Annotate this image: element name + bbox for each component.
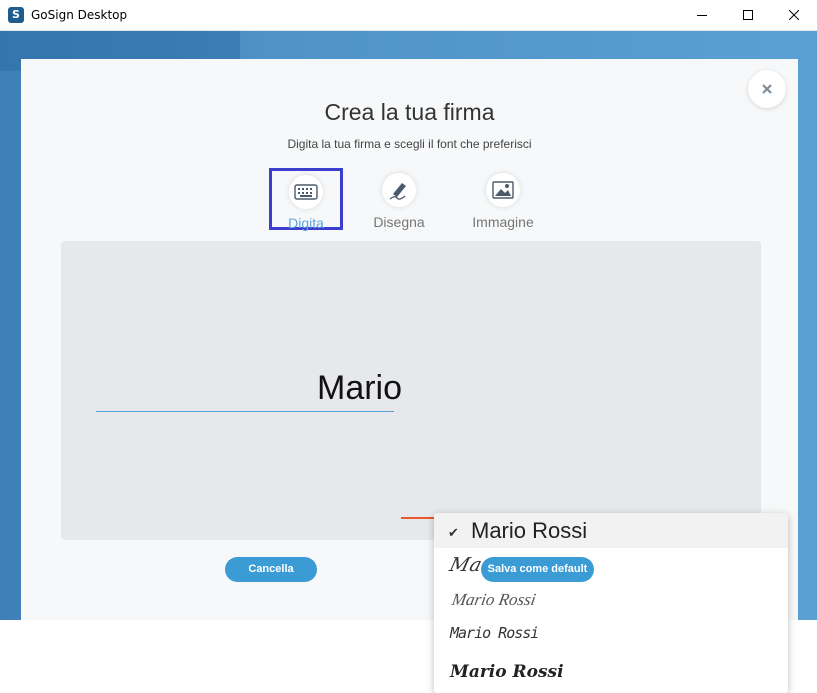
close-icon	[762, 84, 772, 94]
window-close-button[interactable]	[771, 0, 817, 30]
keyboard-icon	[289, 175, 323, 209]
image-icon	[486, 173, 520, 207]
title-bar: S GoSign Desktop	[0, 0, 817, 31]
font-option-label: Mario Rossi	[450, 624, 539, 642]
cancel-button[interactable]: Cancella	[225, 557, 317, 582]
signature-baseline	[96, 411, 394, 412]
app-logo-icon: S	[8, 7, 24, 23]
font-option-label: Mario Rossi	[450, 590, 538, 609]
font-option[interactable]: Mario Rossi	[434, 650, 788, 693]
window-title: GoSign Desktop	[31, 8, 128, 22]
tab-digita[interactable]: Digita	[269, 168, 343, 231]
font-option-label: Mario Rossi	[471, 518, 588, 543]
signature-area[interactable]: Mario ✔ Mario Rossi Mario Rossi Mario Ro…	[61, 241, 788, 693]
dialog-subtitle: Digita la tua firma e scegli il font che…	[287, 137, 532, 151]
create-signature-dialog: Crea la tua firma Digita la tua firma e …	[21, 59, 798, 693]
maximize-button[interactable]	[725, 0, 771, 30]
tab-disegna[interactable]: Disegna	[361, 167, 437, 235]
maximize-icon	[743, 10, 753, 20]
tab-immagine[interactable]: Immagine	[461, 167, 545, 235]
font-dropdown[interactable]: ✔ Mario Rossi Mario Rossi Mario Rossi Ma…	[434, 513, 788, 693]
minimize-button[interactable]	[679, 0, 725, 30]
save-default-button[interactable]: Salva come default	[481, 557, 594, 582]
font-option[interactable]: Mario Rossi	[434, 616, 788, 650]
close-icon	[789, 10, 799, 20]
font-option[interactable]: Mario Rossi	[434, 582, 788, 616]
tab-label: Immagine	[472, 214, 534, 230]
minimize-icon	[697, 15, 707, 16]
tab-label: Digita	[288, 215, 324, 231]
signature-text: Mario	[317, 369, 403, 407]
check-icon: ✔	[448, 525, 459, 540]
tab-label: Disegna	[373, 214, 425, 230]
font-option-label: Mario Rossi	[450, 662, 564, 682]
pen-icon	[382, 173, 416, 207]
font-option[interactable]: ✔ Mario Rossi	[434, 513, 788, 548]
dialog-title: Crea la tua firma	[324, 99, 495, 125]
